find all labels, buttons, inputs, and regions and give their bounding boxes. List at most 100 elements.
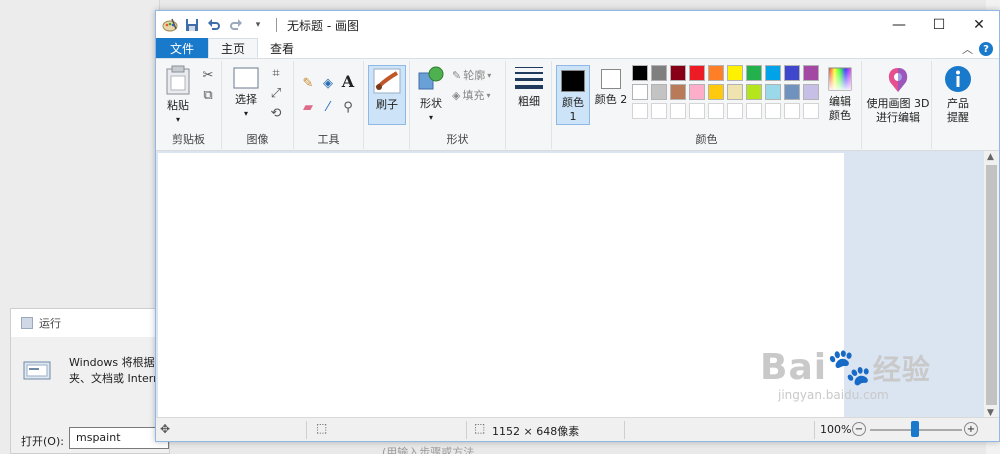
paint3d-icon <box>888 68 908 92</box>
vertical-scrollbar[interactable]: ▲ ▼ <box>984 151 999 419</box>
minimize-button[interactable]: — <box>879 11 919 39</box>
edit-colors-icon <box>828 67 852 91</box>
run-command-input[interactable]: mspaint <box>69 427 169 449</box>
group-label-colors: 颜色 <box>695 133 718 146</box>
copy-icon[interactable]: ⧉ <box>200 87 216 103</box>
titlebar: ▾ 无标题 - 画图 — ☐ ✕ <box>156 11 999 39</box>
text-icon[interactable]: A <box>340 72 356 91</box>
canvas-size-icon: ⬚ <box>474 421 486 435</box>
group-product-alert: 产品提醒 <box>932 61 984 149</box>
palette-swatch[interactable] <box>689 65 705 81</box>
palette-swatch[interactable] <box>765 84 781 100</box>
palette-swatch[interactable] <box>784 103 800 119</box>
tab-view[interactable]: 查看 <box>258 38 306 58</box>
group-tools: ✎ ◈ A ▰ ⁄ ⚲ 工具 <box>294 61 364 149</box>
paint3d-button[interactable]: 使用画图 3D 进行编辑 <box>866 67 930 125</box>
pencil-icon[interactable]: ✎ <box>300 75 316 91</box>
close-button[interactable]: ✕ <box>959 11 999 39</box>
edit-colors-button[interactable]: 编辑颜色 <box>822 67 858 123</box>
color-picker-icon[interactable]: ⁄ <box>320 99 336 115</box>
shapes-button[interactable]: 形状 ▾ <box>414 65 448 125</box>
palette-swatch[interactable] <box>803 84 819 100</box>
paint-app-icon[interactable] <box>162 17 178 33</box>
zoom-out-icon[interactable]: − <box>852 422 866 436</box>
group-size: 粗细 <box>506 61 552 149</box>
paste-button[interactable]: 粘贴 ▾ <box>160 65 196 127</box>
group-clipboard: 粘贴 ▾ ✂ ⧉ 剪贴板 <box>156 61 222 149</box>
resize-icon[interactable]: ⤢ <box>268 85 284 101</box>
palette-swatch[interactable] <box>765 103 781 119</box>
palette-swatch[interactable] <box>803 103 819 119</box>
window-title: 无标题 - 画图 <box>287 18 359 33</box>
size-button[interactable]: 粗细 <box>510 65 548 109</box>
palette-swatch[interactable] <box>784 84 800 100</box>
palette-swatch[interactable] <box>746 65 762 81</box>
select-button[interactable]: 选择 ▾ <box>228 67 264 121</box>
palette-swatch[interactable] <box>784 65 800 81</box>
palette-swatch[interactable] <box>765 65 781 81</box>
palette-swatch[interactable] <box>670 65 686 81</box>
zoom-level: 100% <box>820 423 852 436</box>
palette-swatch[interactable] <box>746 84 762 100</box>
palette-swatch[interactable] <box>651 84 667 100</box>
brush-icon <box>373 68 401 94</box>
outline-button[interactable]: ✎ 轮廓 ▾ <box>452 67 491 83</box>
color2-button[interactable]: 颜色 2 <box>594 69 628 107</box>
palette-swatch[interactable] <box>651 103 667 119</box>
window-controls: — ☐ ✕ <box>879 11 999 39</box>
brushes-button[interactable]: 刷子 <box>368 65 406 125</box>
cursor-position-icon: ✥ <box>160 422 171 436</box>
magnifier-icon[interactable]: ⚲ <box>340 99 356 115</box>
palette-swatch[interactable] <box>727 84 743 100</box>
palette-swatch[interactable] <box>632 84 648 100</box>
collapse-ribbon-icon[interactable]: ︿ <box>962 41 973 57</box>
drawing-canvas[interactable] <box>158 153 844 419</box>
palette-swatch[interactable] <box>670 103 686 119</box>
help-icon[interactable]: ? <box>979 42 993 56</box>
palette-swatch[interactable] <box>670 84 686 100</box>
fill-icon: ◈ <box>452 88 461 102</box>
rotate-icon[interactable]: ⟲ <box>268 105 284 121</box>
crop-icon[interactable]: ⌗ <box>268 65 284 81</box>
vertical-scrollbar-thumb[interactable] <box>986 165 997 405</box>
color1-button[interactable]: 颜色 1 <box>556 65 590 125</box>
quick-access-toolbar: ▾ 无标题 - 画图 <box>156 11 359 39</box>
eraser-icon[interactable]: ▰ <box>300 99 316 115</box>
palette-swatch[interactable] <box>651 65 667 81</box>
tab-file[interactable]: 文件 <box>156 38 209 58</box>
zoom-slider-thumb[interactable] <box>911 421 919 437</box>
palette-swatch[interactable] <box>803 65 819 81</box>
palette-swatch[interactable] <box>689 84 705 100</box>
run-app-icon <box>23 361 51 380</box>
background-hint-text: (用输入步骤或方法 <box>382 446 475 454</box>
group-image: 选择 ▾ ⌗ ⤢ ⟲ 图像 <box>222 61 294 149</box>
fill-bucket-icon[interactable]: ◈ <box>320 75 336 91</box>
undo-icon[interactable] <box>206 17 222 33</box>
palette-swatch[interactable] <box>727 65 743 81</box>
palette-swatch[interactable] <box>708 103 724 119</box>
info-icon <box>945 66 971 92</box>
run-dialog-body: Windows 将根据你 夹、文档或 Intern 打开(O): mspaint <box>11 337 169 453</box>
palette-swatch[interactable] <box>708 84 724 100</box>
fill-button[interactable]: ◈ 填充 ▾ <box>452 87 490 103</box>
zoom-in-icon[interactable]: + <box>964 422 978 436</box>
baidu-watermark-url: jingyan.baidu.com <box>778 388 889 402</box>
maximize-button[interactable]: ☐ <box>919 11 959 39</box>
palette-swatch[interactable] <box>727 103 743 119</box>
product-alert-button[interactable]: 产品提醒 <box>936 65 980 125</box>
redo-icon[interactable] <box>228 17 244 33</box>
palette-swatch[interactable] <box>689 103 705 119</box>
palette-swatch[interactable] <box>632 65 648 81</box>
palette-swatch[interactable] <box>708 65 724 81</box>
tab-home[interactable]: 主页 <box>208 38 259 58</box>
tabs-right-controls: ︿ ? <box>962 41 993 57</box>
group-shapes: 形状 ▾ ✎ 轮廓 ▾ ◈ 填充 ▾ 形状 <box>410 61 506 149</box>
color2-swatch <box>601 69 621 89</box>
save-icon[interactable] <box>184 17 200 33</box>
scroll-up-arrow-icon[interactable]: ▲ <box>987 152 994 162</box>
palette-swatch[interactable] <box>746 103 762 119</box>
cut-icon[interactable]: ✂ <box>200 67 216 83</box>
customize-toolbar-dropdown-icon[interactable]: ▾ <box>250 17 266 33</box>
palette-swatch[interactable] <box>632 103 648 119</box>
run-dialog-titlebar: 运行 <box>11 309 169 337</box>
